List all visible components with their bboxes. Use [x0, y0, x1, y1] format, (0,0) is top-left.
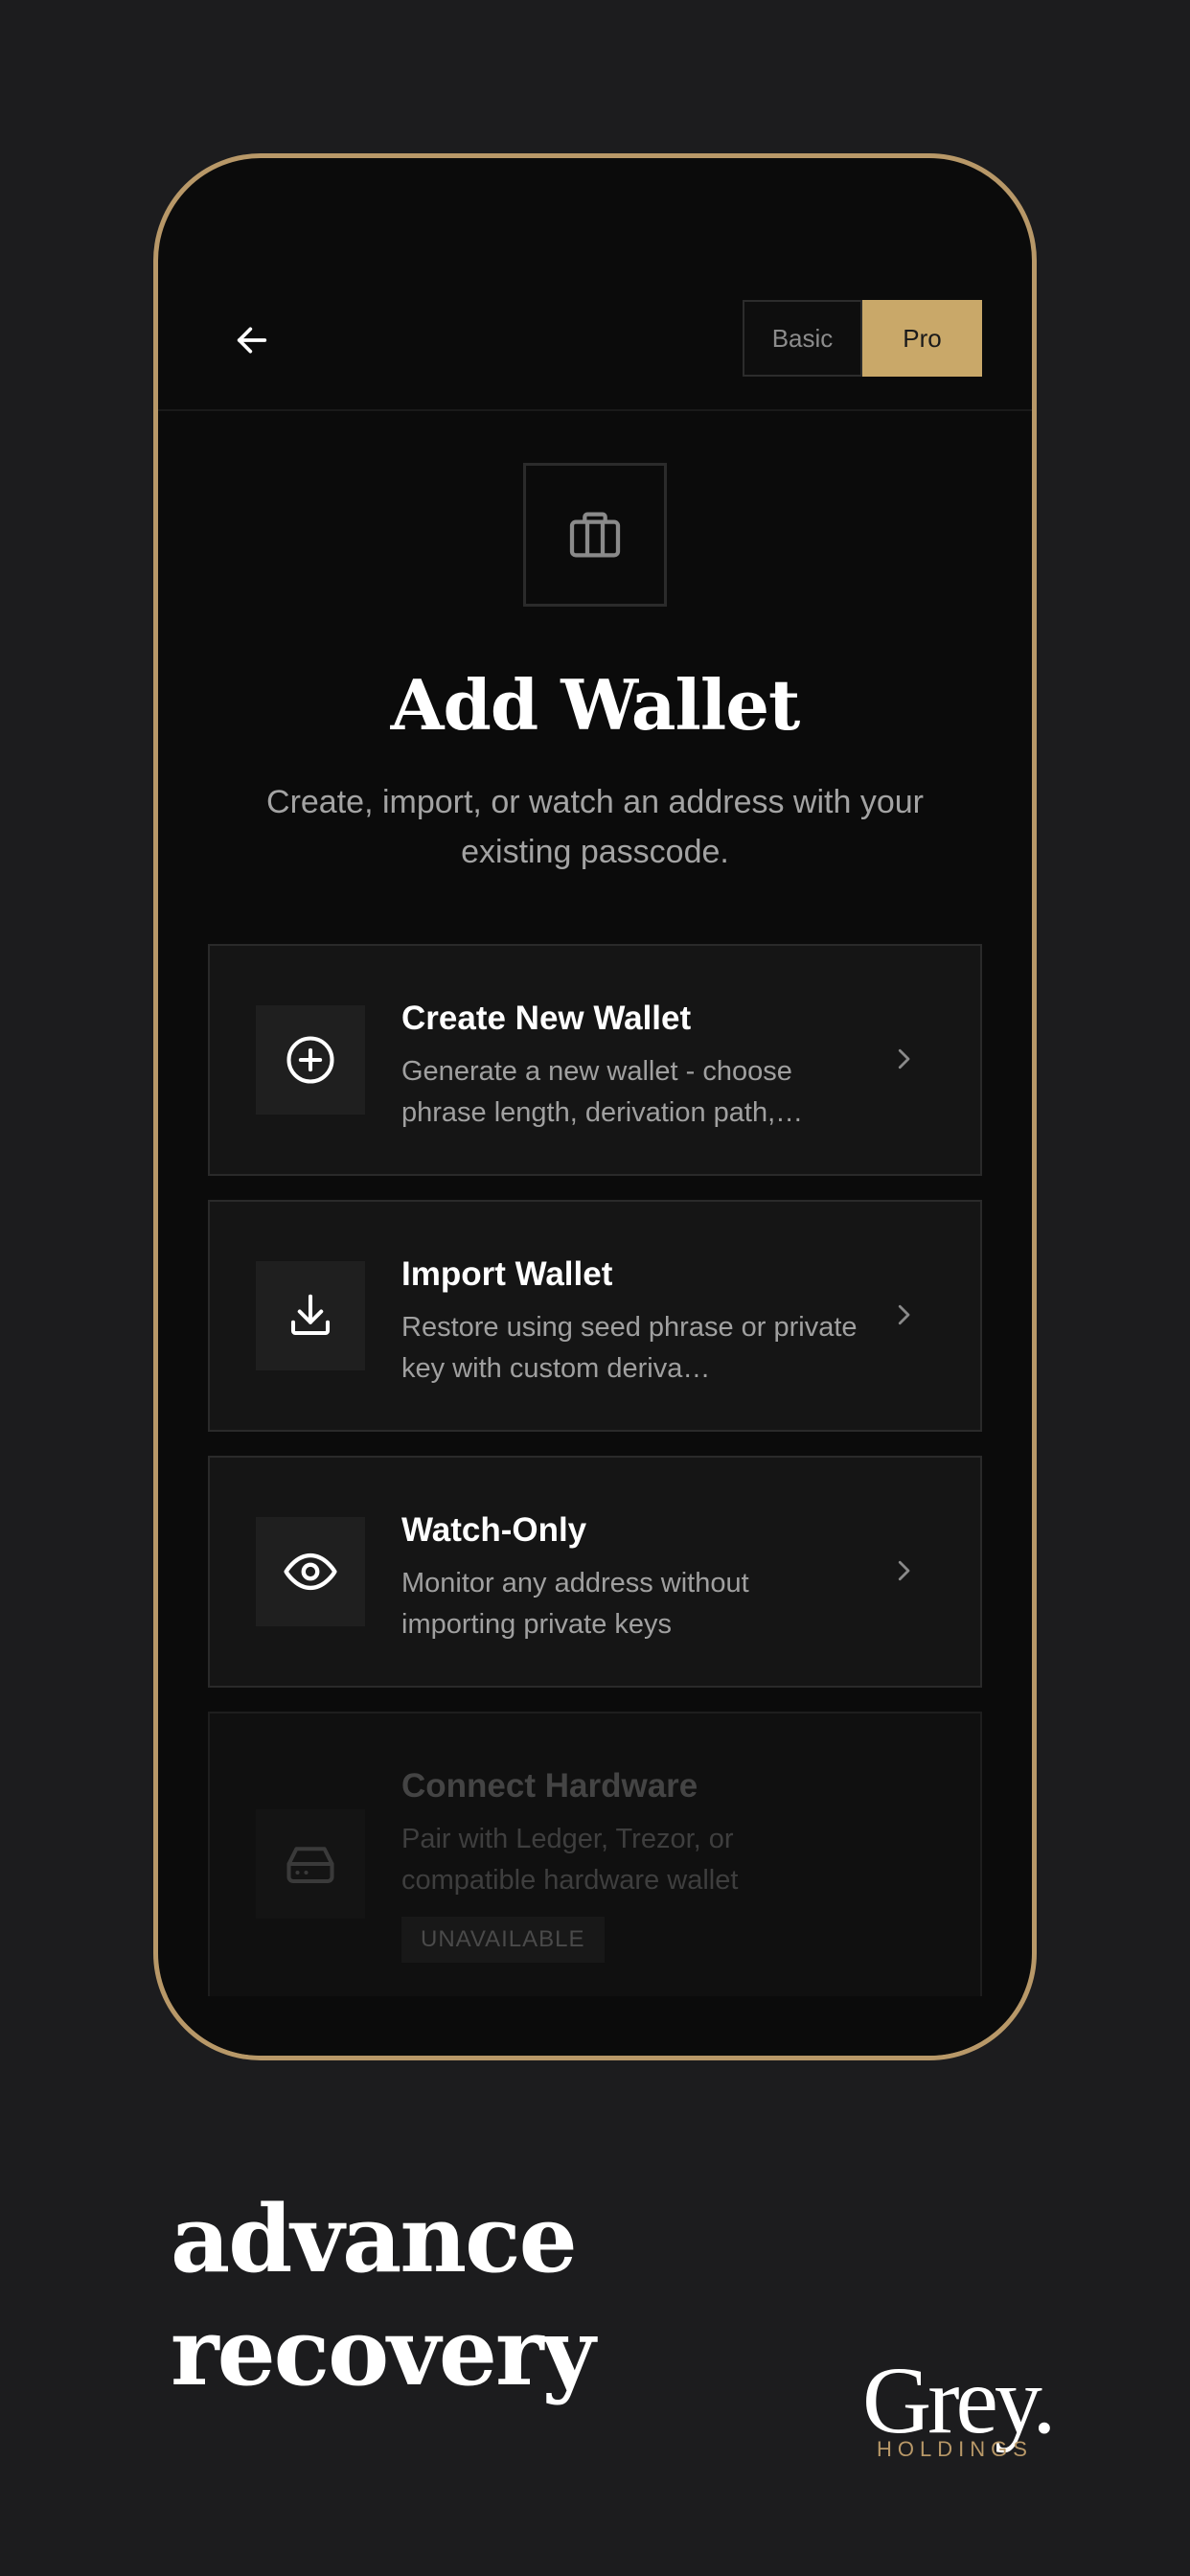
bottom-bar: [158, 1996, 1032, 2056]
card-description: Monitor any address without importing pr…: [401, 1568, 749, 1640]
page-subtitle: Create, import, or watch an address with…: [266, 784, 924, 870]
card-description: Pair with Ledger, Trezor, or compatible …: [401, 1824, 739, 1896]
card-description: Restore using seed phrase or private key…: [401, 1312, 858, 1384]
wallet-icon-box: [523, 463, 667, 607]
card-title: Connect Hardware: [401, 1767, 698, 1805]
tagline-line-1: advance: [171, 2185, 578, 2293]
mode-basic-button[interactable]: Basic: [743, 300, 862, 377]
hard-drive-icon: [286, 1847, 334, 1884]
import-icon-tile: [256, 1261, 365, 1370]
create-wallet-card[interactable]: Create New Wallet Generate a new wallet …: [208, 944, 982, 1176]
chevron-right-icon: [884, 1552, 923, 1590]
card-title: Import Wallet: [401, 1255, 613, 1293]
plus-circle-icon: [286, 1036, 334, 1084]
card-description: Generate a new wallet - choose phrase le…: [401, 1056, 804, 1128]
back-button[interactable]: [223, 311, 281, 369]
unavailable-badge: UNAVAILABLE: [401, 1917, 605, 1963]
wallet-icon: [569, 512, 621, 558]
top-bar: Basic Pro: [158, 158, 1032, 411]
eye-icon: [284, 1552, 337, 1591]
hardware-icon-tile: [256, 1809, 365, 1919]
chevron-right-icon: [884, 1040, 923, 1078]
tagline: advance recovery: [171, 2183, 595, 2409]
card-title: Watch-Only: [401, 1511, 587, 1549]
mode-pro-button[interactable]: Pro: [862, 300, 982, 377]
brand-wordmark: Grey.: [862, 2347, 1056, 2453]
page-title: Add Wallet: [390, 664, 801, 746]
watch-only-card[interactable]: Watch-Only Monitor any address without i…: [208, 1456, 982, 1688]
brand-subtitle: HOLDINGS: [877, 2437, 1033, 2461]
phone-frame: Basic Pro Add Wallet Create, import, or …: [153, 153, 1037, 2060]
create-icon-tile: [256, 1005, 365, 1115]
import-wallet-card[interactable]: Import Wallet Restore using seed phrase …: [208, 1200, 982, 1432]
tagline-line-2: recovery: [171, 2298, 595, 2406]
chevron-right-icon: [884, 1296, 923, 1334]
download-icon: [290, 1294, 331, 1336]
mode-toggle: Basic Pro: [743, 300, 982, 377]
watch-icon-tile: [256, 1517, 365, 1626]
arrow-left-icon: [237, 327, 267, 354]
card-title: Create New Wallet: [401, 1000, 692, 1037]
brand-logo: Grey. HOLDINGS: [862, 2347, 1092, 2462]
app-screen: Basic Pro Add Wallet Create, import, or …: [158, 158, 1032, 2056]
connect-hardware-card: Connect Hardware Pair with Ledger, Trezo…: [208, 1712, 982, 2028]
